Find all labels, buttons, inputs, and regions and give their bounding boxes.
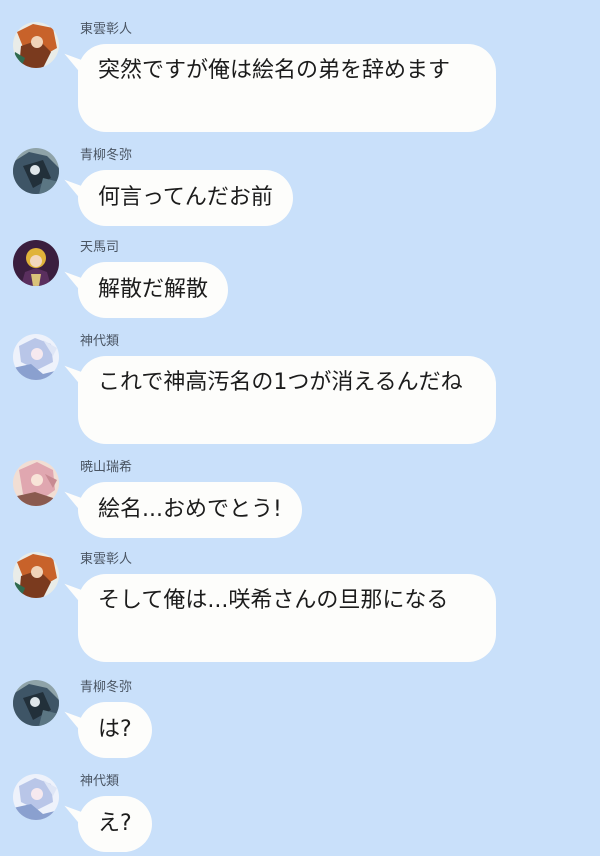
message-bubble[interactable]: 何言ってんだお前 [78,170,293,226]
sender-name: 東雲彰人 [80,22,133,37]
rui-avatar[interactable] [13,774,59,820]
sender-name: 神代類 [80,774,120,789]
message-bubble[interactable]: は? [78,702,152,758]
message-bubble[interactable]: 突然ですが俺は絵名の弟を辞めます [78,44,496,132]
rui-avatar[interactable] [13,334,59,380]
tsukasa-avatar[interactable] [13,240,59,286]
sender-name: 神代類 [80,334,120,349]
sender-name: 天馬司 [80,240,120,255]
sender-name: 東雲彰人 [80,552,133,567]
akito-avatar[interactable] [13,552,59,598]
toya-avatar[interactable] [13,680,59,726]
message-bubble[interactable]: 絵名...おめでとう! [78,482,302,538]
message-bubble[interactable]: そして俺は...咲希さんの旦那になる [78,574,496,662]
sender-name: 青柳冬弥 [80,148,133,163]
chat-area[interactable]: 東雲彰人 突然ですが俺は絵名の弟を辞めます 青柳冬弥 何言ってんだお前 天馬司 … [0,0,600,856]
sender-name: 暁山瑞希 [80,460,133,475]
sender-name: 青柳冬弥 [80,680,133,695]
akito-avatar[interactable] [13,22,59,68]
message-bubble[interactable]: これで神高汚名の1つが消えるんだね [78,356,496,444]
message-bubble[interactable]: 解散だ解散 [78,262,229,318]
message-bubble[interactable]: え? [78,796,152,852]
mizuki-avatar[interactable] [13,460,59,506]
toya-avatar[interactable] [13,148,59,194]
